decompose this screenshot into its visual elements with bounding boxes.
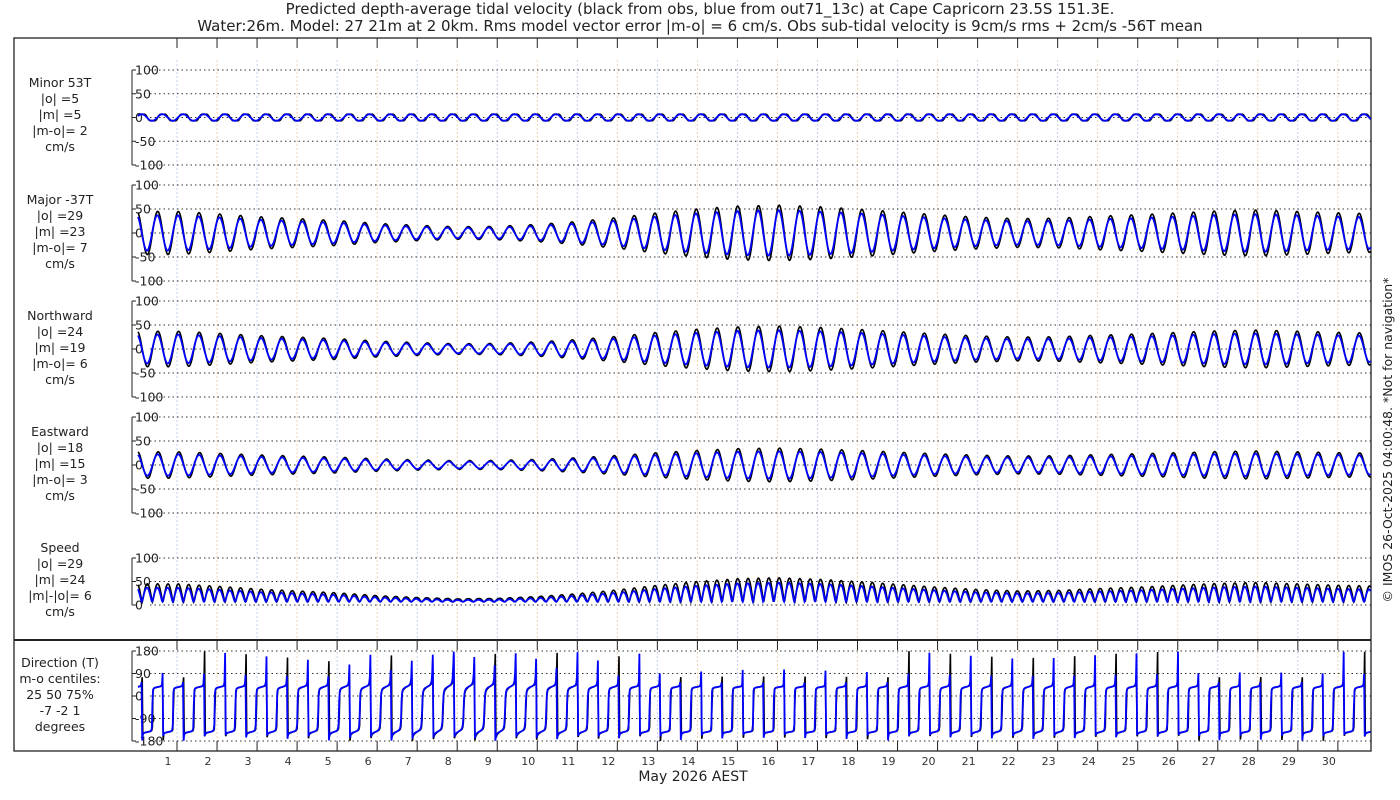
panel-label-line: |m-o|= 2 (32, 123, 88, 138)
panel-major: 100500-50-100 (131, 178, 1372, 289)
panel-label-line: |o| =5 (40, 91, 80, 106)
panel-label-line: Direction (T) (21, 655, 99, 670)
y-tick-label: -180 (135, 734, 163, 749)
panel-label-line: cm/s (45, 372, 75, 387)
panel-label-line: |m|-|o|= 6 (28, 588, 92, 603)
panel-label-line: |m| =15 (34, 456, 86, 471)
y-tick-label: 100 (135, 551, 159, 566)
panel-label-line: cm/s (45, 604, 75, 619)
panel-label-line: |o| =24 (36, 324, 84, 339)
y-tick-label: 50 (135, 202, 151, 217)
x-tick-label: 27 (1202, 755, 1216, 768)
panel-label-eastward: Eastward |o| =18 |m| =15 |m-o|= 3 cm/s (14, 424, 106, 504)
panel-minor: 100 50 0 -50 -100 (131, 63, 1372, 173)
panel-label-line: |o| =29 (36, 556, 84, 571)
x-tick-label: 1 (165, 755, 172, 768)
panel-label-direction: Direction (T) m-o centiles: 25 50 75% -7 -2… (14, 655, 106, 735)
y-tick-label: 180 (135, 644, 159, 659)
x-tick-label: 9 (485, 755, 492, 768)
y-tick-label: 50 (135, 318, 151, 333)
x-tick-label: 8 (445, 755, 452, 768)
panel-label-line: degrees (34, 719, 86, 734)
x-tick-label: 15 (721, 755, 735, 768)
y-tick-label: 0 (135, 110, 143, 125)
y-tick-label: -100 (135, 390, 163, 405)
panel-label-line: |m| =19 (34, 340, 86, 355)
panel-speed: 100500 (131, 551, 1372, 613)
panel-label-line: cm/s (45, 139, 75, 154)
panel-label-line: cm/s (45, 488, 75, 503)
x-tick-label: 12 (601, 755, 615, 768)
x-tick-label: 21 (962, 755, 976, 768)
y-tick-label: 100 (135, 178, 159, 193)
y-tick-label: -100 (135, 274, 163, 289)
x-tick-label: 10 (521, 755, 535, 768)
panel-label-line: Speed (40, 540, 80, 555)
panel-label-line: |m| =23 (34, 224, 86, 239)
panel-label-line: 25 50 75% (26, 687, 94, 702)
x-tick-label: 25 (1122, 755, 1136, 768)
panel-label-line: m-o centiles: (19, 671, 101, 686)
outer-frame (13, 37, 1372, 752)
x-tick-label: 16 (761, 755, 775, 768)
x-tick-label: 7 (405, 755, 412, 768)
copyright-notice: © IMOS 26-Oct-2025 04:00:48. *Not for na… (1380, 277, 1395, 603)
x-tick-label: 14 (681, 755, 695, 768)
panel-label-line: |m-o|= 6 (32, 356, 88, 371)
x-tick-label: 29 (1282, 755, 1296, 768)
x-tick-label: 6 (365, 755, 372, 768)
panel-label-line: Major -37T (26, 192, 94, 207)
x-tick-label: 24 (1082, 755, 1096, 768)
panel-label-line: Eastward (31, 424, 89, 439)
panel-direction: 180900-90-180 (131, 644, 1371, 749)
x-tick-label: 26 (1162, 755, 1176, 768)
tidal-velocity-plot: 1 2 3 4 5 6 7 8 9 10 11 12 13 14 15 16 17 18 19 20 21 22 23 24 2… (13, 37, 1372, 768)
x-tick-label: 19 (882, 755, 896, 768)
x-tick-label: 4 (285, 755, 292, 768)
x-tick-label: 2 (205, 755, 212, 768)
x-tick-label: 28 (1242, 755, 1256, 768)
x-tick-label: 20 (922, 755, 936, 768)
panel-label-line: -7 -2 1 (39, 703, 81, 718)
panel-label-line: |o| =18 (36, 440, 84, 455)
y-tick-label: 100 (135, 63, 159, 78)
x-tick-label: 23 (1042, 755, 1056, 768)
y-tick-label: -50 (135, 482, 155, 497)
x-tick-label: 3 (245, 755, 252, 768)
panel-northward: 100500-50-100 (131, 294, 1372, 405)
x-axis-label: May 2026 AEST (638, 769, 748, 785)
panel-label-major: Major -37T |o| =29 |m| =23 |m-o|= 7 cm/s (14, 192, 106, 272)
panel-label-line: cm/s (45, 256, 75, 271)
x-tick-label: 11 (561, 755, 575, 768)
x-tick-label: 17 (801, 755, 815, 768)
y-tick-label: -100 (135, 158, 163, 173)
panel-label-northward: Northward |o| =24 |m| =19 |m-o|= 6 cm/s (14, 308, 106, 388)
panel-label-line: |m-o|= 7 (32, 240, 88, 255)
x-tick-label: 30 (1322, 755, 1336, 768)
panel-label-line: Minor 53T (28, 75, 92, 90)
panel-label-speed: Speed |o| =29 |m| =24 |m|-|o|= 6 cm/s (14, 540, 106, 620)
panel-label-line: |m| =24 (34, 572, 86, 587)
y-tick-label: -100 (135, 506, 163, 521)
x-tick-label: 18 (842, 755, 856, 768)
panel-eastward: 100500-50-100 (131, 410, 1372, 521)
panel-label-line: |m| =5 (38, 107, 82, 122)
panel-label-line: |o| =29 (36, 208, 84, 223)
y-tick-label: 50 (135, 434, 151, 449)
y-tick-label: 50 (135, 86, 151, 101)
panel-label-minor: Minor 53T |o| =5 |m| =5 |m-o|= 2 cm/s (14, 75, 106, 155)
y-tick-label: 100 (135, 410, 159, 425)
panel-label-line: Northward (27, 308, 93, 323)
y-tick-label: 100 (135, 294, 159, 309)
y-tick-label: -50 (135, 134, 155, 149)
x-tick-label: 13 (641, 755, 655, 768)
x-tick-label: 22 (1002, 755, 1016, 768)
panel-label-line: |m-o|= 3 (32, 472, 88, 487)
x-tick-label: 5 (325, 755, 332, 768)
y-tick-label: -50 (135, 366, 155, 381)
